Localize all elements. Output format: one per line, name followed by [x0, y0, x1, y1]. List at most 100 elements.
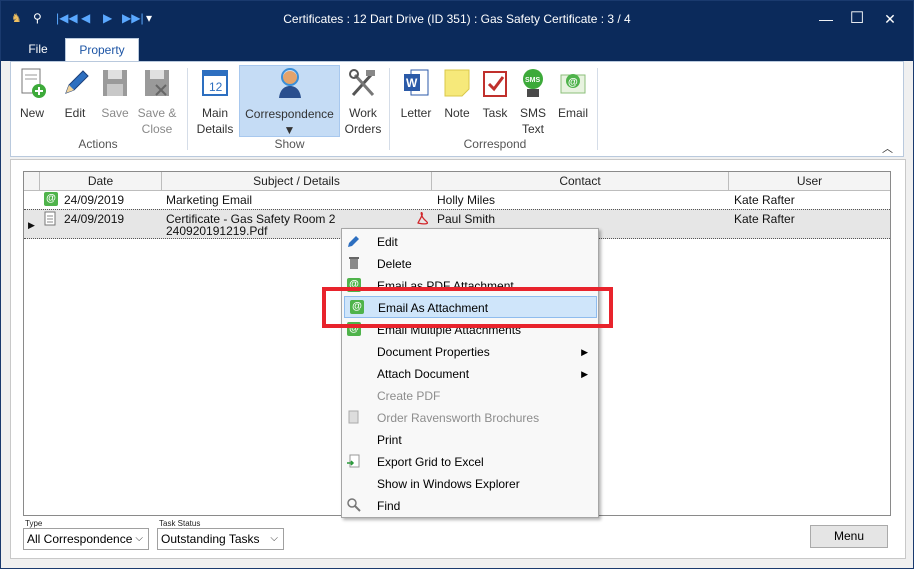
type-label: Type	[25, 519, 43, 528]
correspondence-button[interactable]: Correspondence ▼	[239, 65, 340, 137]
save-button[interactable]: Save	[97, 65, 133, 137]
new-document-icon	[21, 68, 46, 98]
brochure-icon	[348, 410, 359, 424]
grid-header-indicator	[24, 172, 40, 191]
tab-property[interactable]: Property	[65, 38, 139, 63]
ribbon-separator	[187, 68, 188, 150]
edit-button[interactable]: Edit	[57, 65, 93, 137]
title-bar: ♞ ⚲ |◀◀ ◀ ▶ ▶▶| ▾ Certificates : 12 Dart…	[1, 1, 913, 37]
menu-item-delete[interactable]: Delete	[342, 253, 598, 275]
menu-item-order-brochures[interactable]: Order Ravensworth Brochures	[342, 407, 598, 429]
email-label: Email	[557, 106, 588, 120]
grid-header-date[interactable]: Date	[40, 172, 162, 191]
floppy-disk-icon	[103, 70, 127, 96]
submenu-arrow-icon: ▶	[581, 369, 588, 379]
sms-text-button[interactable]: SMS SMS Text	[515, 65, 551, 137]
chevron-down-icon: ⌵	[270, 533, 278, 544]
menu-item-attach-document[interactable]: Attach Document ▶	[342, 363, 598, 385]
correspondence-label: Correspondence	[245, 107, 334, 121]
word-icon: W	[404, 69, 429, 96]
new-button[interactable]: New	[15, 65, 49, 137]
menu-item-document-properties[interactable]: Document Properties ▶	[342, 341, 598, 363]
menu-item-label: Export Grid to Excel	[377, 455, 484, 469]
group-label-correspond: Correspond	[463, 137, 527, 151]
menu-item-label: Order Ravensworth Brochures	[377, 411, 540, 425]
task-label: Task	[482, 106, 508, 120]
row-date: 24/09/2019	[64, 193, 125, 207]
row-contact: Paul Smith	[437, 212, 496, 226]
pencil-icon	[65, 70, 89, 94]
menu-item-label: Attach Document	[377, 367, 470, 381]
svg-text:12: 12	[209, 80, 223, 94]
save-close-icon	[145, 70, 169, 96]
work-orders-label-line1: Work	[349, 106, 377, 120]
group-label-show: Show	[274, 137, 305, 151]
chevron-down-icon: ⌵	[135, 533, 143, 544]
menu-item-label: Delete	[377, 257, 412, 271]
svg-text:@: @	[568, 77, 578, 88]
type-select[interactable]: All Correspondence ⌵	[23, 528, 149, 550]
ribbon-separator	[597, 68, 598, 150]
work-orders-label-line2: Orders	[344, 122, 382, 136]
document-icon	[44, 211, 56, 226]
menu-item-find[interactable]: Find	[342, 495, 598, 517]
main-details-label-line1: Main	[201, 106, 228, 120]
save-label: Save	[101, 106, 129, 120]
letter-label: Letter	[400, 106, 432, 120]
submenu-arrow-icon: ▶	[581, 347, 588, 357]
main-details-button[interactable]: 12 Main Details	[195, 65, 235, 137]
letter-button[interactable]: W Letter	[397, 65, 435, 137]
maximize-button[interactable]: ☐	[842, 7, 872, 31]
email-icon: @	[44, 192, 58, 206]
save-close-button[interactable]: Save & Close	[135, 65, 179, 137]
window-title: Certificates : 12 Dart Drive (ID 351) : …	[283, 12, 631, 26]
collapse-ribbon-icon[interactable]: ︿	[882, 140, 893, 156]
chevron-down-icon: ▼	[283, 123, 296, 137]
note-button[interactable]: Note	[439, 65, 475, 137]
table-row[interactable]: @ 24/09/2019 Marketing Email Holly Miles…	[24, 191, 890, 209]
grid-header-subject[interactable]: Subject / Details	[162, 172, 432, 191]
note-label: Note	[444, 106, 470, 120]
row-pointer-icon: ▶	[28, 220, 35, 230]
menu-item-label: Print	[377, 433, 402, 447]
work-orders-button[interactable]: Work Orders	[343, 65, 383, 137]
menu-item-label: Document Properties	[377, 345, 490, 359]
group-label-actions: Actions	[78, 137, 118, 151]
ribbon: New Edit Save Save & Close Actions 12 Ma…	[10, 61, 904, 157]
row-user: Kate Rafter	[734, 212, 795, 226]
sms-icon: SMS	[523, 69, 543, 97]
task-button[interactable]: Task	[477, 65, 513, 137]
minimize-button[interactable]: —	[811, 7, 841, 31]
sms-label-line1: SMS	[519, 106, 546, 120]
grid-header-user[interactable]: User	[729, 172, 890, 191]
email-icon: @	[560, 74, 586, 94]
app-window: ♞ ⚲ |◀◀ ◀ ▶ ▶▶| ▾ Certificates : 12 Dart…	[0, 0, 914, 569]
menu-button[interactable]: Menu	[810, 525, 888, 548]
checkbox-icon	[483, 71, 507, 97]
menu-item-label: Create PDF	[377, 389, 441, 403]
menu-item-label: Find	[377, 499, 401, 513]
pdf-icon	[417, 212, 428, 225]
tab-file[interactable]: File	[11, 38, 65, 61]
sticky-note-icon	[444, 69, 470, 97]
svg-text:SMS: SMS	[525, 77, 541, 84]
grid-header-contact[interactable]: Contact	[432, 172, 729, 191]
row-subject-filename: 240920191219.Pdf	[166, 224, 268, 238]
email-button[interactable]: @ Email	[553, 65, 593, 137]
calendar-icon: 12	[202, 70, 228, 96]
person-icon	[278, 68, 301, 98]
menu-item-create-pdf[interactable]: Create PDF	[342, 385, 598, 407]
menu-item-edit[interactable]: Edit	[342, 231, 598, 253]
task-status-select-value: Outstanding Tasks	[161, 532, 260, 546]
menu-item-label: Show in Windows Explorer	[377, 477, 520, 491]
menu-item-export-excel[interactable]: Export Grid to Excel	[342, 451, 598, 473]
task-status-label: Task Status	[159, 519, 201, 528]
close-button[interactable]: ✕	[875, 7, 905, 31]
menu-item-print[interactable]: Print	[342, 429, 598, 451]
row-subject: Marketing Email	[166, 193, 253, 207]
menu-item-show-explorer[interactable]: Show in Windows Explorer	[342, 473, 598, 495]
context-menu: Edit Delete @ Email as PDF Attachment @ …	[341, 228, 599, 518]
menu-item-label: Edit	[377, 235, 398, 249]
task-status-select[interactable]: Outstanding Tasks ⌵	[157, 528, 284, 550]
row-user: Kate Rafter	[734, 193, 795, 207]
